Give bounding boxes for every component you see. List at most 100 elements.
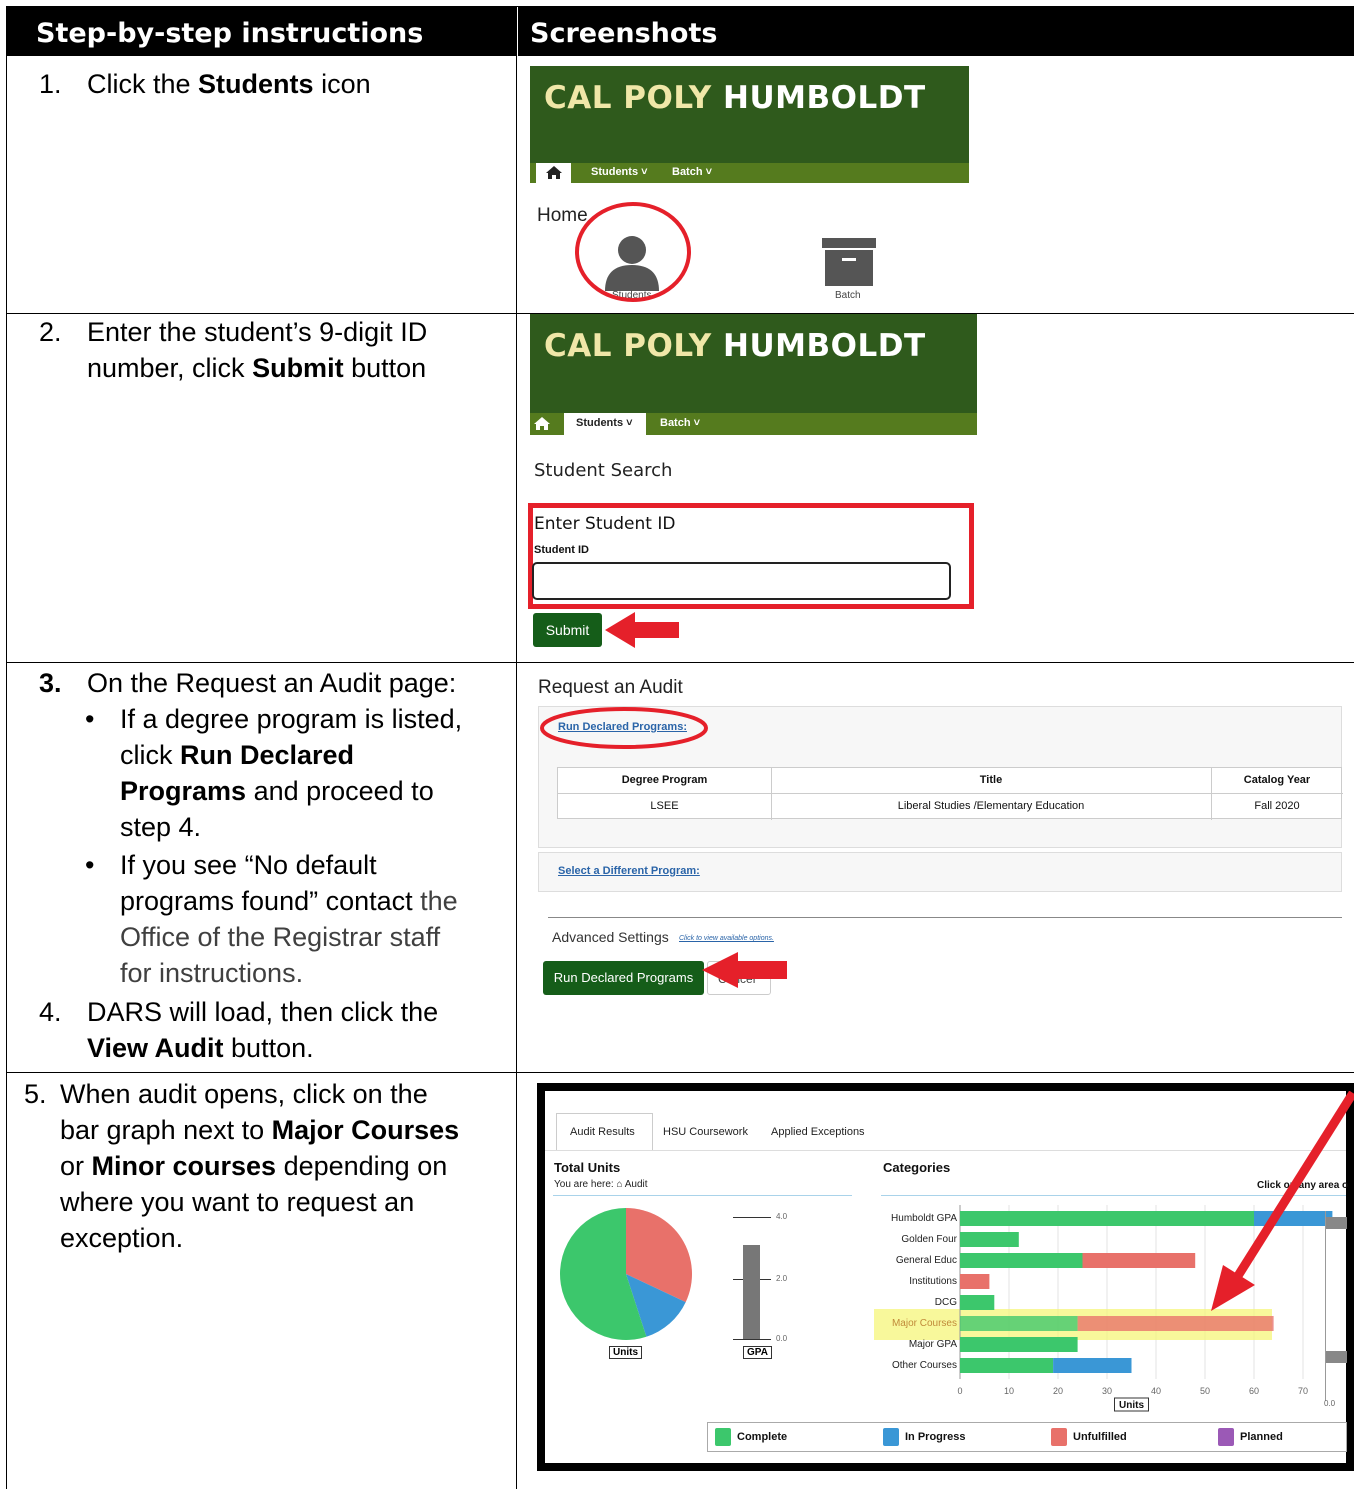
bullet-2-line-1: If you see “No default — [120, 850, 377, 880]
audit-dashboard: Audit Results HSU Coursework Applied Exc… — [537, 1083, 1354, 1471]
total-units-heading: Total Units — [554, 1160, 621, 1175]
right-axis-tick: 0.0 — [1324, 1399, 1336, 1408]
breadcrumb-audit[interactable]: Audit — [625, 1179, 648, 1190]
bar-complete[interactable] — [960, 1358, 1054, 1373]
category-label: Major GPA — [909, 1339, 957, 1350]
category-label: Institutions — [909, 1276, 957, 1287]
row-catalog-year: Fall 2020 — [1254, 800, 1300, 812]
select-different-program-link[interactable]: Select a Different Program: — [558, 865, 700, 877]
arrow-to-major-courses — [1211, 1091, 1354, 1311]
student-id-input[interactable] — [532, 562, 951, 600]
row-divider-3 — [6, 1072, 1354, 1073]
enter-student-id-heading: Enter Student ID — [534, 514, 676, 534]
step-4-number: 4. — [39, 997, 62, 1027]
header-screenshots: Screenshots — [530, 18, 718, 49]
tab-hsu-coursework[interactable]: HSU Coursework — [663, 1126, 748, 1138]
legend-label-unfulfilled: Unfulfilled — [1073, 1431, 1127, 1443]
step-5-bold-b: Minor courses — [91, 1151, 277, 1181]
gpa-scale-4: 4.0 — [776, 1212, 788, 1221]
step-4-line-1: DARS will load, then click the — [87, 997, 439, 1027]
submit-button[interactable]: Submit — [533, 613, 602, 647]
bullet-1-line-1: If a degree program is listed, — [120, 704, 463, 734]
run-declared-programs-button[interactable]: Run Declared Programs — [543, 961, 704, 995]
bullet-1-line-2-pre: click — [120, 740, 180, 770]
students-highlight-circle — [575, 202, 691, 302]
step-5-text: 5. When audit opens, click on the bar gr… — [24, 1076, 504, 1276]
advanced-settings-label: Advanced Settings — [552, 929, 669, 945]
shot-1-nav-students[interactable]: Students ˅ — [591, 166, 648, 178]
bar-complete[interactable] — [960, 1232, 1019, 1247]
shot-1-nav-batch[interactable]: Batch ˅ — [672, 166, 712, 178]
step-1-bold: Students — [198, 69, 314, 99]
step-3-intro: On the Request an Audit page: — [87, 668, 457, 698]
column-divider — [516, 6, 517, 1489]
home-icon[interactable] — [534, 417, 550, 430]
step-4-line-2-post: button. — [223, 1033, 314, 1063]
header-cell-screenshots: Screenshots — [518, 6, 1354, 56]
step-4-bold: View Audit — [87, 1033, 224, 1063]
header-instructions: Step-by-step instructions — [36, 18, 424, 49]
legend-label-in-progress: In Progress — [905, 1431, 966, 1443]
bullet-2: • — [85, 850, 95, 880]
step-3-number: 3. — [39, 668, 62, 698]
step-5-line-5: exception. — [60, 1223, 184, 1253]
step-3-text: 3. On the Request an Audit page: • If a … — [39, 665, 509, 1065]
units-pie-chart[interactable] — [558, 1206, 694, 1342]
row-degree-program: LSEE — [650, 800, 679, 812]
shot-1-banner: CAL POLY HUMBOLDT Students ˅ Batch ˅ — [530, 66, 969, 183]
bar-in-progress[interactable] — [1053, 1358, 1132, 1373]
tab-applied-exceptions[interactable]: Applied Exceptions — [771, 1126, 865, 1138]
bar-unfulfilled[interactable] — [960, 1274, 990, 1289]
step-5-line-2-pre: bar graph next to — [60, 1115, 272, 1145]
gpa-label: GPA — [743, 1346, 772, 1359]
step-2-number: 2. — [39, 317, 62, 347]
legend-swatch-complete — [715, 1428, 731, 1446]
shot-1-logo: CAL POLY HUMBOLDT — [544, 80, 926, 116]
archive-box-icon — [822, 238, 876, 286]
run-declared-highlight-ellipse — [540, 707, 708, 749]
category-label: DCG — [935, 1297, 957, 1308]
shot-2-logo: CAL POLY HUMBOLDT — [544, 328, 926, 364]
shot-2-nav-batch[interactable]: Batch ˅ — [660, 417, 700, 429]
step-5-line-3-post: depending on — [276, 1151, 448, 1181]
shot-1-logo-cal-poly: CAL POLY — [544, 80, 712, 116]
bullet-2-line-2-gray: the — [420, 886, 458, 916]
bar-complete[interactable] — [960, 1316, 1078, 1331]
bar-complete[interactable] — [960, 1253, 1083, 1268]
row-divider-2 — [6, 662, 1354, 663]
batch-tile-label: Batch — [835, 290, 861, 301]
row-title: Liberal Studies /Elementary Education — [897, 800, 1085, 812]
bullet-2-line-3: Office of the Registrar staff — [120, 922, 441, 952]
bullet-2-line-2-pre: programs found” contact — [120, 886, 421, 916]
batch-tile[interactable]: Batch — [820, 238, 880, 303]
bullet-1-bold-a: Run Declared — [180, 740, 355, 770]
border-top — [6, 6, 1354, 7]
submit-button-label: Submit — [545, 622, 590, 638]
student-search-heading: Student Search — [534, 460, 673, 481]
legend-swatch-unfulfilled — [1051, 1428, 1067, 1446]
legend-swatch-in-progress — [883, 1428, 899, 1446]
bar-complete[interactable] — [960, 1337, 1078, 1352]
tab-audit-results[interactable]: Audit Results — [556, 1113, 653, 1151]
border-left — [6, 6, 7, 1489]
tab-audit-results-label: Audit Results — [570, 1126, 635, 1138]
advanced-settings-link[interactable]: Click to view available options. — [679, 935, 774, 942]
bar-complete[interactable] — [960, 1295, 995, 1310]
x-tick-label: 30 — [1102, 1386, 1112, 1396]
shot-1-home-tab[interactable] — [536, 163, 571, 183]
shot-2-logo-cal-poly: CAL POLY — [544, 328, 712, 364]
shot-2-logo-humboldt: HUMBOLDT — [711, 328, 926, 364]
shot-2-nav-students: Students ˅ — [576, 417, 633, 429]
legend-label-planned: Planned — [1240, 1431, 1283, 1443]
breadcrumb: You are here: ⌂ Audit — [554, 1179, 648, 1190]
step-5-number: 5. — [24, 1079, 47, 1109]
step-2-text: 2. Enter the student’s 9-digit ID number… — [39, 314, 509, 394]
gpa-gauge[interactable]: 4.0 2.0 0.0 — [728, 1209, 808, 1349]
settings-divider — [548, 917, 1342, 918]
bar-unfulfilled[interactable] — [1082, 1253, 1196, 1268]
shot-2-banner: CAL POLY HUMBOLDT Students ˅ Batch ˅ — [530, 314, 977, 435]
run-declared-programs-button-label: Run Declared Programs — [553, 970, 694, 985]
arrow-to-submit — [605, 612, 679, 648]
shot-2-students-tab[interactable]: Students ˅ — [564, 413, 646, 435]
category-label: Major Courses — [892, 1318, 957, 1329]
